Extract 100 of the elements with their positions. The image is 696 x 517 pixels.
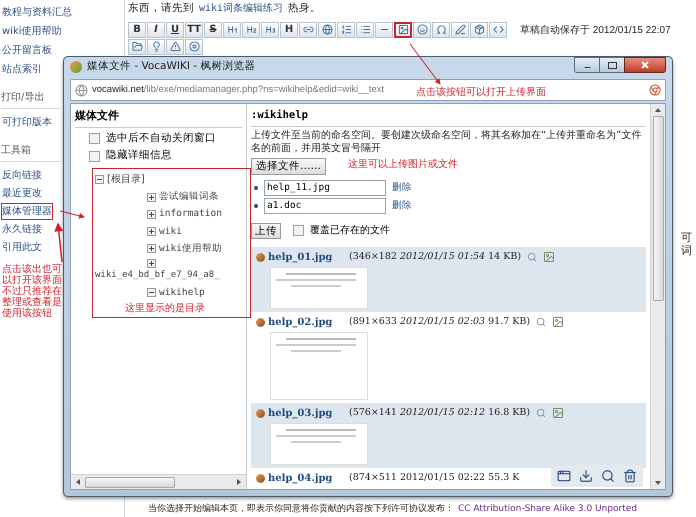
toolbar-button[interactable] bbox=[242, 22, 260, 38]
thumbnail-image[interactable] bbox=[270, 332, 368, 400]
collapse-icon[interactable] bbox=[147, 288, 156, 298]
license-link[interactable]: CC Attribution-Share Alike 3.0 Unported bbox=[458, 502, 638, 516]
maximize-icon bbox=[608, 62, 616, 68]
minimize-button[interactable] bbox=[574, 57, 600, 73]
remove-link[interactable]: 删除 bbox=[392, 198, 412, 213]
close-button[interactable] bbox=[624, 57, 666, 73]
tree-item[interactable]: information bbox=[159, 207, 222, 222]
toolbar-button[interactable] bbox=[337, 22, 355, 38]
remove-link[interactable]: 删除 bbox=[392, 180, 412, 195]
toolbar-button[interactable]: S bbox=[204, 22, 222, 38]
media-file-link[interactable]: help_01.jpg bbox=[268, 250, 346, 265]
code-icon bbox=[492, 24, 504, 36]
image-icon[interactable] bbox=[552, 316, 564, 328]
checkbox[interactable] bbox=[89, 150, 100, 162]
expand-icon[interactable] bbox=[147, 227, 156, 236]
browser-icon bbox=[649, 84, 661, 96]
toolbar-button[interactable] bbox=[394, 22, 412, 38]
box-icon bbox=[474, 24, 484, 36]
horizontal-scrollbar[interactable] bbox=[71, 474, 246, 489]
arrow-icon[interactable] bbox=[74, 478, 82, 486]
arrow bbox=[410, 44, 441, 85]
toolbar-button[interactable]: B bbox=[128, 22, 146, 38]
toolbar-button[interactable]: U bbox=[166, 22, 184, 38]
tree-item[interactable]: [根目录] bbox=[107, 172, 145, 187]
file-name-field[interactable]: a1.doc bbox=[264, 198, 386, 214]
heading-icon bbox=[226, 24, 238, 36]
expand-icon[interactable] bbox=[147, 244, 156, 254]
window-title: 媒体文件 - VocaWIKI - 枫树浏览器 bbox=[87, 59, 256, 74]
arrow-icon[interactable] bbox=[654, 106, 662, 114]
toolbar-button[interactable] bbox=[432, 22, 450, 38]
choose-file-button[interactable]: 选择文件…… bbox=[251, 158, 326, 175]
sidebar-link[interactable]: 引用此文 bbox=[1, 239, 43, 256]
upload-button[interactable]: 上传 bbox=[251, 222, 281, 239]
toolbar-button[interactable] bbox=[261, 22, 279, 38]
toolbar-button[interactable] bbox=[147, 38, 165, 55]
checkbox-label: 选中后不自动关闭窗口 bbox=[106, 130, 216, 146]
arrow bbox=[60, 210, 85, 219]
search-icon[interactable] bbox=[536, 317, 546, 328]
toolbar-button[interactable] bbox=[356, 22, 374, 38]
tree-item[interactable]: wiki bbox=[159, 224, 182, 239]
sidebar-link[interactable]: 可打印版本 bbox=[1, 114, 53, 131]
expand-icon[interactable] bbox=[147, 259, 156, 268]
tree-item[interactable]: wiki_e4_bd_bf_e7_94_a8_ bbox=[95, 269, 220, 282]
arrow-icon[interactable] bbox=[235, 478, 243, 486]
sidebar-link[interactable]: 永久链接 bbox=[1, 221, 43, 238]
upload-description: 上传文件至当前的命名空间。要创建次级命名空间，将其名称加在“上传并重命名为”文件名的前面，并用英文冒号隔开 bbox=[251, 128, 642, 155]
toolbar-button[interactable] bbox=[318, 22, 336, 38]
image-icon[interactable] bbox=[543, 251, 556, 264]
bullet-icon bbox=[254, 204, 258, 208]
arrow-icon[interactable] bbox=[654, 479, 662, 487]
thumbnail-image[interactable] bbox=[270, 266, 368, 309]
toolbar-button[interactable]: H bbox=[280, 22, 298, 38]
media-file-link[interactable]: help_04.jpg bbox=[268, 470, 346, 486]
sidebar-link[interactable]: 教程与资料汇总 bbox=[1, 4, 73, 21]
vertical-scrollbar[interactable] bbox=[650, 104, 665, 489]
expand-icon[interactable] bbox=[147, 192, 156, 202]
toolbar-button[interactable] bbox=[166, 38, 184, 55]
media-file-link[interactable]: help_03.jpg bbox=[268, 406, 346, 421]
omega-icon bbox=[436, 24, 446, 36]
address-bar[interactable]: vocawiki.net/lib/exe/mediamanager.php?ns=wikihelp&edid=wiki__text bbox=[92, 82, 384, 98]
scrollbar-thumb[interactable] bbox=[85, 476, 175, 488]
sidebar-link[interactable]: 最近更改 bbox=[1, 185, 43, 202]
media-file-link[interactable]: help_02.jpg bbox=[268, 314, 346, 330]
maximize-button[interactable] bbox=[600, 57, 624, 73]
toolbar-button[interactable] bbox=[489, 22, 507, 38]
toolbar-button[interactable] bbox=[413, 22, 431, 38]
toolbar-button[interactable]: I bbox=[147, 22, 165, 38]
sidebar-link[interactable]: 反向链接 bbox=[1, 167, 43, 184]
file-name-field[interactable]: help_11.jpg bbox=[264, 180, 386, 196]
checkbox-label: 隐藏详细信息 bbox=[106, 148, 172, 164]
page-text-fragment: 可 bbox=[681, 230, 692, 244]
tree-item[interactable]: wiki使用帮助 bbox=[159, 242, 222, 256]
toolbar-button[interactable] bbox=[299, 22, 317, 38]
search-icon[interactable] bbox=[601, 469, 615, 483]
tree-item[interactable]: wikihelp bbox=[159, 286, 205, 300]
toolbar-button[interactable] bbox=[185, 38, 203, 55]
checkbox[interactable] bbox=[293, 225, 304, 236]
sidebar-link[interactable]: 站点索引 bbox=[1, 61, 43, 78]
tree-item[interactable]: 尝试编辑词条 bbox=[159, 190, 219, 204]
collapse-icon[interactable] bbox=[95, 175, 104, 184]
expand-icon[interactable] bbox=[147, 210, 156, 219]
trash-icon[interactable] bbox=[623, 469, 637, 483]
toolbar-button[interactable] bbox=[375, 22, 393, 38]
toolbar-button[interactable] bbox=[223, 22, 241, 38]
scrollbar-thumb[interactable] bbox=[652, 116, 664, 301]
toolbar-button[interactable] bbox=[128, 38, 146, 55]
sidebar-link[interactable]: wiki使用帮助 bbox=[1, 23, 63, 40]
toolbar-button[interactable] bbox=[451, 22, 469, 38]
image-icon[interactable] bbox=[552, 407, 564, 420]
sidebar-link[interactable]: 媒体管理器 bbox=[1, 203, 53, 220]
thumbnail-image[interactable] bbox=[270, 422, 368, 465]
download-icon[interactable] bbox=[579, 469, 593, 483]
intro-link[interactable]: wiki词条编辑练习 bbox=[199, 1, 284, 17]
sidebar-link[interactable]: 公开留言板 bbox=[1, 42, 53, 59]
toolbar-button[interactable]: TT bbox=[185, 22, 203, 38]
checkbox[interactable] bbox=[89, 132, 100, 144]
window-icon[interactable] bbox=[557, 469, 571, 483]
toolbar-button[interactable] bbox=[470, 22, 488, 38]
